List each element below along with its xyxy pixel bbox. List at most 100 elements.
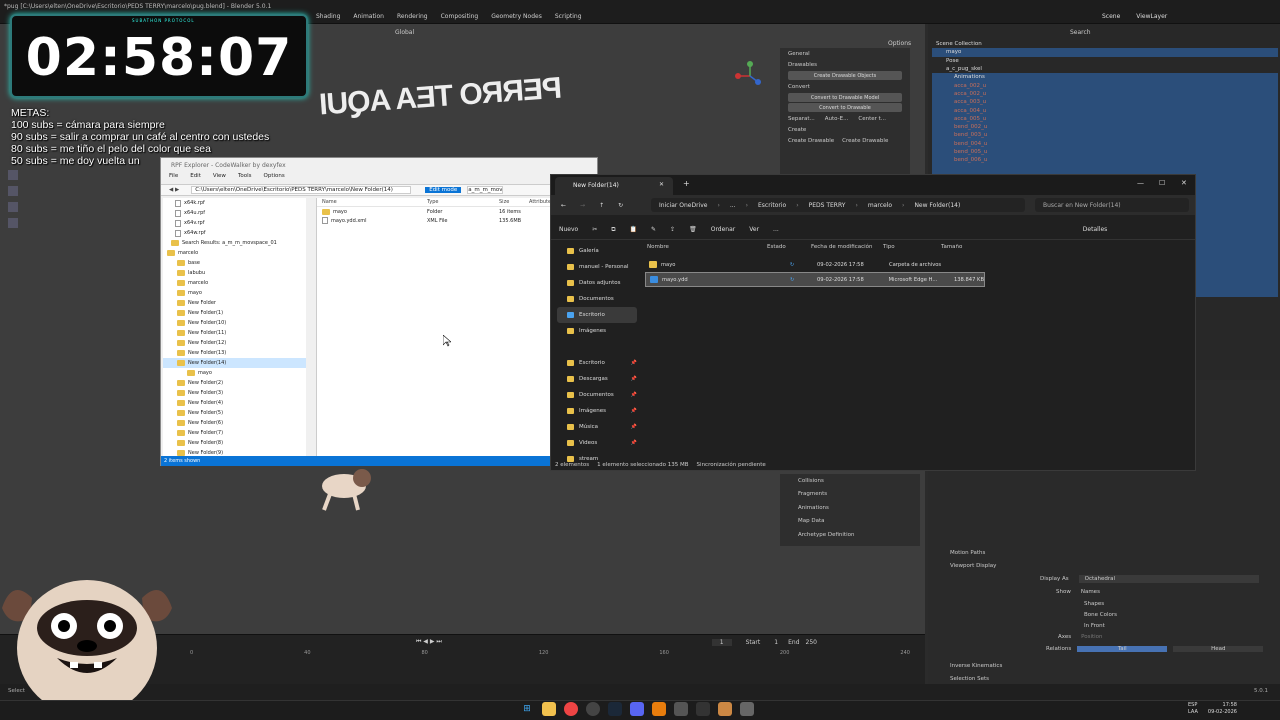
paste-icon[interactable]: 📋 (630, 226, 637, 233)
outliner-row[interactable]: acca_003_u (932, 98, 1278, 107)
explorer-search-input[interactable]: Buscar en New Folder(14) (1035, 198, 1189, 212)
explorer-tab[interactable]: New Folder(14) (555, 177, 673, 195)
outliner-row[interactable]: a_c_pug_skel (932, 65, 1278, 73)
convert-to-drawable-model-button[interactable]: Convert to Drawable Model (788, 93, 902, 102)
rename-icon[interactable]: ✎ (651, 226, 656, 233)
shapes-checkbox[interactable]: Shapes (928, 598, 1280, 609)
new-button[interactable]: Nuevo (559, 226, 578, 233)
axes-value[interactable]: Position (1081, 634, 1102, 640)
nav-item[interactable]: Música 📌 (557, 419, 637, 435)
viewport-options[interactable]: Options (888, 40, 911, 47)
outliner-row[interactable]: mayo (932, 48, 1278, 57)
create-drawable-objects-button[interactable]: Create Drawable Objects (788, 71, 902, 80)
nav-item[interactable]: Imágenes 📌 (557, 403, 637, 419)
breadcrumb-item[interactable]: PEDS TERRY (809, 202, 846, 209)
file-row[interactable]: mayo.ydd ↻ 09-02-2026 17:58 Microsoft Edge … (645, 272, 985, 287)
refresh-icon[interactable]: ↻ (618, 202, 623, 209)
outliner-row[interactable]: acca_005_u (932, 114, 1278, 123)
tree-item[interactable]: Search Results: a_m_m_movspace_01 (163, 238, 306, 248)
tree-item[interactable]: x64w.rpf (163, 228, 306, 238)
tree-item[interactable]: marcelo (163, 248, 306, 258)
outliner-row[interactable]: bend_004_u (932, 139, 1278, 148)
outliner-row[interactable]: Animations (932, 73, 1278, 82)
sidebar-subpanel[interactable]: Collisions (780, 474, 920, 488)
select-tool-icon[interactable] (8, 170, 18, 180)
tree-item[interactable]: New Folder(7) (163, 428, 306, 438)
separate-option[interactable]: Separat... (788, 116, 815, 122)
names-checkbox[interactable]: Names (1081, 589, 1100, 595)
create-drawable-button-2[interactable]: Create Drawable (842, 138, 888, 144)
tree-item[interactable]: New Folder(6) (163, 418, 306, 428)
menu-item[interactable]: Options (264, 173, 285, 183)
col-size[interactable]: Size (499, 199, 529, 205)
file-explorer-icon[interactable] (542, 702, 556, 716)
cut-icon[interactable]: ✂ (592, 226, 597, 233)
relations-head[interactable]: Head (1173, 645, 1264, 652)
outliner-row[interactable]: bend_003_u (932, 131, 1278, 140)
col-estado[interactable]: Estado (767, 244, 811, 254)
tree-item[interactable]: labubu (163, 268, 306, 278)
nav-item[interactable]: manuel - Personal (557, 259, 637, 275)
outliner-row[interactable]: acca_002_u (932, 81, 1278, 90)
sidebar-subpanel[interactable]: Archetype Definition (780, 528, 920, 542)
tree-item[interactable]: mayo (163, 368, 306, 378)
menu-item[interactable]: File (169, 173, 178, 183)
sidebar-subpanel[interactable]: Map Data (780, 515, 920, 529)
more-button[interactable]: ... (773, 226, 779, 233)
tree-item[interactable]: New Folder(11) (163, 328, 306, 338)
tree-item[interactable]: mayo (163, 288, 306, 298)
nav-item[interactable]: Videos 📌 (557, 435, 637, 451)
center-option[interactable]: Center t... (858, 116, 886, 122)
up-arrow-icon[interactable]: ↑ (599, 202, 604, 209)
display-as-select[interactable]: Octahedral (1078, 574, 1259, 583)
tree-item[interactable]: New Folder(8) (163, 438, 306, 448)
nav-item[interactable]: Descargas 📌 (557, 371, 637, 387)
edit-mode-button[interactable]: Edit mode (425, 187, 462, 193)
col-tamano[interactable]: Tamaño (941, 244, 962, 254)
new-tab-icon[interactable]: + (683, 179, 690, 188)
tree-item[interactable]: New Folder(1) (163, 308, 306, 318)
move-tool-icon[interactable] (8, 202, 18, 212)
nav-item[interactable]: Escritorio (557, 307, 637, 323)
convert-to-drawable-button[interactable]: Convert to Drawable (788, 103, 902, 112)
nav-item[interactable]: Documentos 📌 (557, 387, 637, 403)
tree-item[interactable]: New Folder(13) (163, 348, 306, 358)
close-window-icon[interactable]: ✕ (1181, 179, 1187, 187)
tree-item[interactable]: base (163, 258, 306, 268)
blender-icon[interactable] (652, 702, 666, 716)
menu-item[interactable]: Tools (238, 173, 252, 183)
language-indicator[interactable]: ESP LAA (1188, 702, 1198, 716)
close-tab-icon[interactable]: ✕ (659, 181, 664, 188)
breadcrumb-item[interactable]: Escritorio (758, 202, 786, 209)
playback-controls-icon[interactable]: ⏮ ◀ ▶ ⏭ (416, 638, 442, 646)
inverse-kinematics-panel[interactable]: Inverse Kinematics (928, 659, 1280, 672)
cursor-tool-icon[interactable] (8, 186, 18, 196)
outliner-row[interactable]: bend_002_u (932, 122, 1278, 132)
menu-item[interactable]: View (213, 173, 226, 183)
nav-item[interactable]: Documentos (557, 291, 637, 307)
nav-item[interactable]: Imágenes (557, 323, 637, 339)
tree-item[interactable]: New Folder(12) (163, 338, 306, 348)
tree-item[interactable]: New Folder(2) (163, 378, 306, 388)
share-icon[interactable]: ⇪ (670, 226, 675, 233)
workspace-tab[interactable]: Compositing (441, 13, 479, 20)
in-front-checkbox[interactable]: In Front (928, 620, 1280, 631)
navigation-gizmo[interactable] (730, 56, 770, 96)
workspace-tab[interactable]: Animation (353, 13, 384, 20)
scene-selector[interactable]: Scene (1102, 13, 1120, 20)
tree-item[interactable]: x64k.rpf (163, 198, 306, 208)
workspace-tab[interactable]: Scripting (555, 13, 582, 20)
create-drawable-button[interactable]: Create Drawable (788, 138, 834, 144)
viewport-display-panel[interactable]: Viewport Display (928, 559, 1280, 572)
minimize-icon[interactable]: — (1137, 179, 1144, 187)
menu-item[interactable]: Edit (190, 173, 201, 183)
transform-orientation[interactable]: Global (395, 29, 414, 36)
maximize-icon[interactable]: ☐ (1159, 179, 1165, 187)
col-tipo[interactable]: Tipo (883, 244, 941, 254)
delete-icon[interactable]: 🗑 (689, 226, 697, 233)
tree-item[interactable]: x64v.rpf (163, 218, 306, 228)
obs-icon[interactable] (586, 702, 600, 716)
codewalker-icon[interactable] (674, 702, 688, 716)
view-button[interactable]: Ver (749, 226, 759, 233)
col-nombre[interactable]: Nombre (647, 244, 767, 254)
